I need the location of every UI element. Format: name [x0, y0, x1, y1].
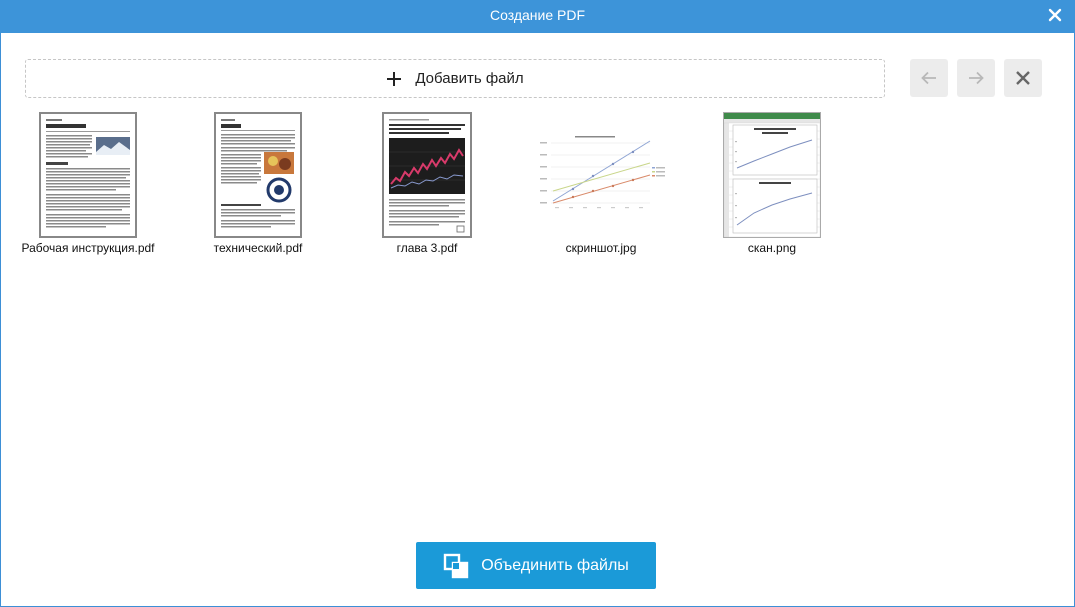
- move-left-button[interactable]: [910, 59, 948, 97]
- chart-thumbnail-icon: [535, 133, 667, 215]
- file-name: скан.png: [747, 241, 797, 255]
- move-right-button[interactable]: [957, 59, 995, 97]
- file-name: технический.pdf: [213, 241, 303, 255]
- merge-files-label: Объединить файлы: [481, 556, 629, 574]
- close-icon: [1016, 71, 1030, 85]
- file-item[interactable]: скан.png: [697, 109, 847, 259]
- file-item[interactable]: скриншот.jpg: [526, 109, 676, 259]
- file-thumbnails: Рабочая инструкция.pdf технический.pdf г…: [0, 109, 1075, 259]
- arrow-left-icon: [921, 71, 936, 85]
- file-thumbnail: [214, 112, 302, 238]
- merge-files-button[interactable]: Объединить файлы: [416, 542, 656, 589]
- add-file-label: Добавить файл: [415, 70, 524, 87]
- file-item[interactable]: Рабочая инструкция.pdf: [13, 109, 163, 259]
- file-thumbnail: [535, 133, 667, 215]
- document-thumbnail-icon: [41, 114, 135, 236]
- file-thumbnail: [39, 112, 137, 238]
- file-name: скриншот.jpg: [565, 241, 637, 255]
- document-thumbnail-icon: [216, 114, 300, 236]
- file-thumbnail: [382, 112, 472, 238]
- title-bar: Создание PDF: [0, 0, 1075, 33]
- file-item[interactable]: технический.pdf: [183, 109, 333, 259]
- add-file-button[interactable]: Добавить файл: [25, 59, 885, 98]
- document-thumbnail-icon: [384, 114, 470, 236]
- spreadsheet-thumbnail-icon: [724, 113, 820, 237]
- file-item[interactable]: глава 3.pdf: [352, 109, 502, 259]
- plus-icon: [387, 71, 402, 86]
- window-title: Создание PDF: [489, 7, 586, 23]
- merge-icon: [443, 553, 469, 578]
- remove-file-button[interactable]: [1004, 59, 1042, 97]
- file-thumbnail: [723, 112, 821, 238]
- arrow-right-icon: [969, 71, 984, 85]
- close-icon[interactable]: [1047, 7, 1063, 23]
- file-name: Рабочая инструкция.pdf: [21, 241, 155, 255]
- file-name: глава 3.pdf: [396, 241, 458, 255]
